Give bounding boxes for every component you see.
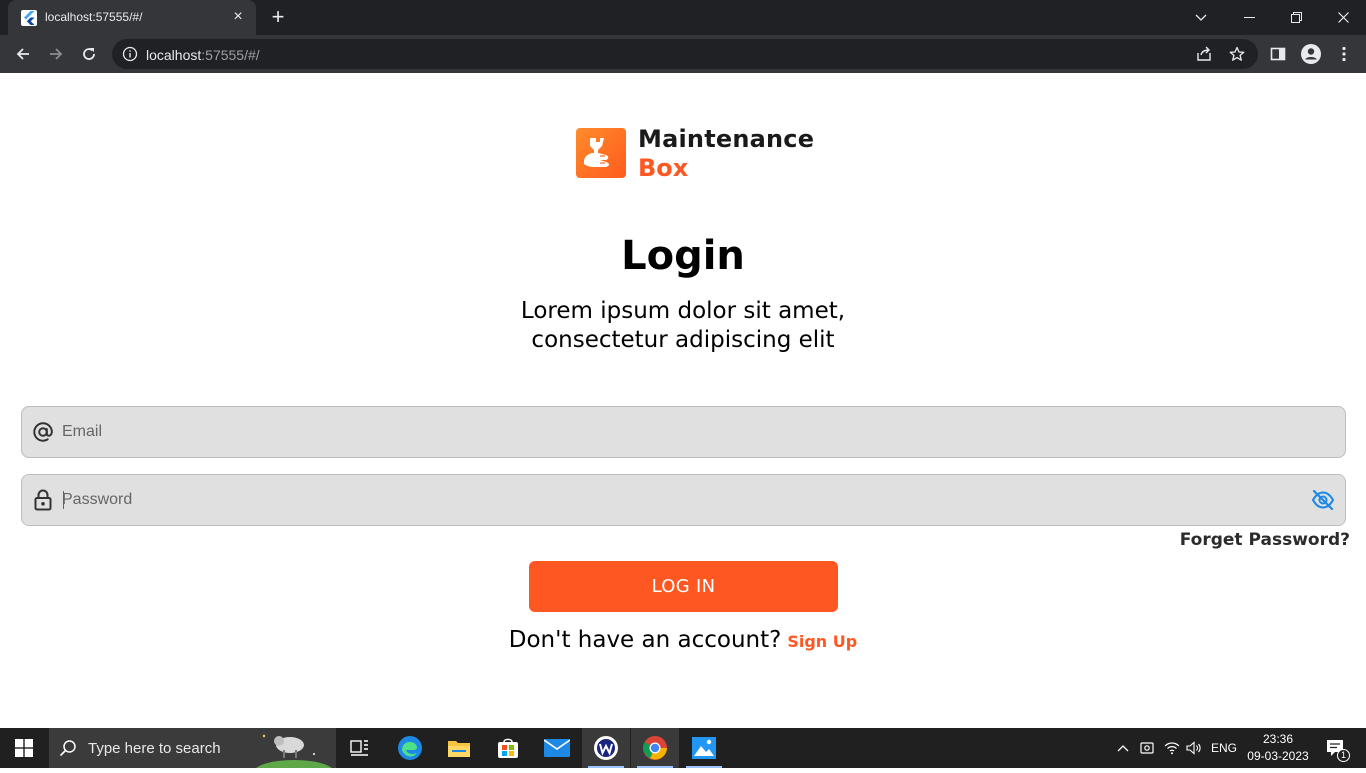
login-button[interactable]: LOG IN <box>529 561 838 612</box>
url-path: :57555/#/ <box>201 47 260 63</box>
mail-icon[interactable] <box>533 728 581 768</box>
search-icon <box>59 739 77 757</box>
browser-tab-strip: localhost:57555/#/ × + <box>0 0 1366 35</box>
photos-icon[interactable] <box>680 728 728 768</box>
notifications-icon[interactable]: 1 <box>1322 728 1350 768</box>
windows-start-icon[interactable] <box>0 728 48 768</box>
password-field[interactable] <box>21 474 1346 526</box>
search-placeholder: Type here to search <box>88 740 221 757</box>
taskbar-clock[interactable]: 23:36 09-03-2023 <box>1240 731 1316 765</box>
site-info-icon[interactable] <box>122 46 138 62</box>
share-icon[interactable] <box>1194 44 1214 64</box>
lock-icon <box>31 488 55 512</box>
page-title: Login <box>621 233 745 279</box>
restore-icon[interactable] <box>1273 0 1319 35</box>
subtitle-line-2: consectetur adipiscing elit <box>531 327 835 353</box>
back-icon[interactable] <box>11 42 35 66</box>
wifi-icon[interactable] <box>1161 728 1183 768</box>
login-page: Maintenance Box Login Lorem ipsum dolor … <box>0 73 1366 728</box>
flutter-favicon-icon <box>21 10 37 26</box>
page-subtitle: Lorem ipsum dolor sit amet, consectetur … <box>0 297 1366 355</box>
search-highlight-illustration-icon <box>252 728 336 773</box>
tab-search-icon[interactable] <box>1178 0 1224 35</box>
task-view-icon[interactable] <box>336 728 384 768</box>
tab-close-icon[interactable]: × <box>230 9 246 25</box>
volume-icon[interactable] <box>1183 728 1205 768</box>
browser-tab[interactable]: localhost:57555/#/ × <box>8 0 256 35</box>
menu-kebab-icon[interactable] <box>1334 44 1354 64</box>
password-input[interactable] <box>62 475 1292 525</box>
notification-count-badge: 1 <box>1337 749 1350 762</box>
forgot-password-link[interactable]: Forget Password? <box>1180 530 1350 550</box>
clock-time: 23:36 <box>1262 732 1294 746</box>
signup-row: Don't have an account? Sign Up <box>0 627 1366 653</box>
show-hidden-icons-chevron-up-icon[interactable] <box>1112 728 1134 768</box>
text-cursor <box>63 491 64 509</box>
at-sign-icon <box>31 420 55 444</box>
no-account-text: Don't have an account? <box>508 627 782 653</box>
meet-now-icon[interactable] <box>1137 728 1157 768</box>
side-panel-icon[interactable] <box>1268 44 1288 64</box>
email-input[interactable] <box>62 407 1292 457</box>
app-w-icon[interactable] <box>582 728 630 768</box>
logo-subtitle: Box <box>638 154 689 182</box>
toggle-visibility-eye-off-icon[interactable] <box>1310 488 1336 512</box>
input-language-indicator[interactable]: ENG <box>1208 728 1240 768</box>
forward-icon[interactable] <box>44 42 68 66</box>
address-bar[interactable]: localhost:57555/#/ <box>112 39 1258 69</box>
close-window-icon[interactable] <box>1320 0 1366 35</box>
signup-link[interactable]: Sign Up <box>787 632 857 651</box>
url-host: localhost <box>146 47 202 63</box>
new-tab-icon[interactable]: + <box>266 6 290 30</box>
browser-toolbar: localhost:57555/#/ <box>0 35 1366 73</box>
reload-icon[interactable] <box>77 42 101 66</box>
logo-title: Maintenance <box>638 125 815 153</box>
url-text: localhost:57555/#/ <box>146 47 260 63</box>
tab-title: localhost:57555/#/ <box>45 10 143 24</box>
windows-taskbar: Type here to search ENG 23:36 09-03-2023… <box>0 728 1366 773</box>
chrome-icon[interactable] <box>631 728 679 768</box>
profile-avatar-icon[interactable] <box>1301 44 1321 64</box>
edge-browser-icon[interactable] <box>386 728 434 768</box>
bookmark-star-icon[interactable] <box>1227 44 1247 64</box>
taskbar-search-box[interactable]: Type here to search <box>49 728 336 773</box>
subtitle-line-1: Lorem ipsum dolor sit amet, <box>520 298 846 324</box>
microsoft-store-icon[interactable] <box>484 728 532 768</box>
email-field[interactable] <box>21 406 1346 458</box>
minimize-icon[interactable] <box>1226 0 1272 35</box>
maintenance-box-logo-icon <box>576 128 626 178</box>
file-explorer-icon[interactable] <box>435 728 483 768</box>
clock-date: 09-03-2023 <box>1247 749 1309 763</box>
